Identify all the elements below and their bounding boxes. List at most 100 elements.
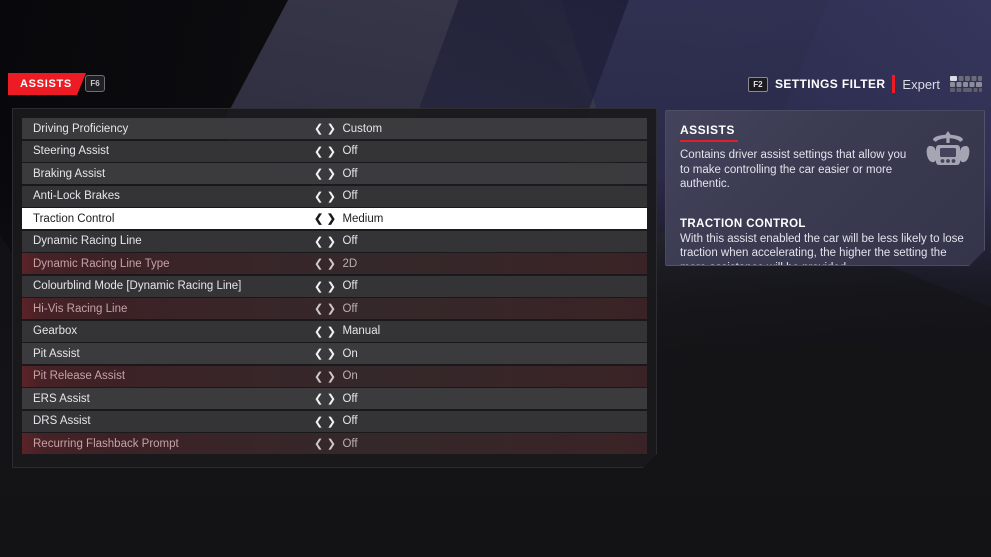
chevron-right-icon[interactable]: ❯ <box>327 212 337 225</box>
info-panel-subdescription: With this assist enabled the car will be… <box>680 232 964 259</box>
chevron-right-icon[interactable]: ❯ <box>327 145 337 158</box>
tab-assists[interactable]: ASSISTS <box>8 73 86 95</box>
setting-row-value-group[interactable]: ❮ ❯ Off <box>314 190 358 203</box>
setting-row-value-group[interactable]: ❮ ❯ Off <box>314 145 358 158</box>
setting-row-label: DRS Assist <box>33 415 91 427</box>
settings-filter-value[interactable]: Expert <box>902 77 940 92</box>
hotkey-badge-f6: F6 <box>85 75 105 92</box>
hotkey-badge-f2: F2 <box>747 76 768 92</box>
chevron-right-icon[interactable]: ❯ <box>327 415 337 428</box>
setting-row-label: Steering Assist <box>33 145 110 157</box>
steering-wheel-icon <box>924 129 972 173</box>
chevron-right-icon[interactable]: ❯ <box>327 122 337 135</box>
setting-row[interactable]: Colourblind Mode [Dynamic Racing Line] ❮ ❯… <box>22 276 647 297</box>
chevron-left-icon[interactable]: ❮ <box>314 190 324 203</box>
chevron-right-icon[interactable]: ❯ <box>327 392 337 405</box>
chevron-left-icon[interactable]: ❮ <box>314 235 324 248</box>
chevron-right-icon[interactable]: ❯ <box>327 370 337 383</box>
setting-row-label: Traction Control <box>33 212 115 225</box>
info-title-underline <box>680 140 738 142</box>
chevron-right-icon[interactable]: ❯ <box>327 280 337 293</box>
chevron-right-icon[interactable]: ❯ <box>327 167 337 180</box>
chevron-right-icon[interactable]: ❯ <box>327 437 337 450</box>
setting-row-value-group[interactable]: ❮ ❯ Off <box>314 302 358 315</box>
chevron-right-icon[interactable]: ❯ <box>327 257 337 270</box>
setting-row-label: Dynamic Racing Line <box>33 235 142 247</box>
setting-row-value: Off <box>342 280 358 292</box>
info-panel: ASSISTS Contains driver assist settings … <box>665 110 985 266</box>
top-bar: ASSISTS F6 F2 SETTINGS FILTER Expert <box>0 0 991 100</box>
chevron-left-icon[interactable]: ❮ <box>314 302 324 315</box>
setting-row-value-group[interactable]: ❮ ❯ Medium <box>314 212 383 225</box>
setting-row-value: Off <box>342 145 358 157</box>
setting-row[interactable]: Traction Control ❮ ❯ Medium <box>22 208 647 229</box>
setting-row[interactable]: Driving Proficiency ❮ ❯ Custom <box>22 118 647 139</box>
setting-row-label: ERS Assist <box>33 392 90 405</box>
setting-row-value: Medium <box>342 212 384 225</box>
setting-row-value-group[interactable]: ❮ ❯ Off <box>314 437 358 450</box>
setting-row-value: On <box>342 370 358 382</box>
setting-row-label: Recurring Flashback Prompt <box>33 437 179 450</box>
setting-row-value: Off <box>342 392 358 405</box>
chevron-left-icon[interactable]: ❮ <box>314 122 324 135</box>
setting-row-value-group[interactable]: ❮ ❯ Off <box>314 167 358 180</box>
setting-row-label: Gearbox <box>33 325 78 337</box>
chevron-left-icon[interactable]: ❮ <box>314 145 324 158</box>
setting-row[interactable]: Pit Assist ❮ ❯ On <box>22 343 647 364</box>
setting-row-value-group[interactable]: ❮ ❯ 2D <box>314 257 357 270</box>
chevron-left-icon[interactable]: ❮ <box>314 280 324 293</box>
setting-row-label: Braking Assist <box>33 167 106 180</box>
setting-row-value-group[interactable]: ❮ ❯ On <box>314 370 358 383</box>
setting-row-value-group[interactable]: ❮ ❯ Off <box>314 392 358 405</box>
chevron-right-icon[interactable]: ❯ <box>327 325 337 338</box>
chevron-left-icon[interactable]: ❮ <box>314 392 324 405</box>
chevron-right-icon[interactable]: ❯ <box>327 347 337 360</box>
hotkey-badge-f6-label: F6 <box>90 79 100 88</box>
chevron-left-icon[interactable]: ❮ <box>314 347 324 360</box>
chevron-left-icon[interactable]: ❮ <box>314 257 324 270</box>
setting-row-value-group[interactable]: ❮ ❯ Manual <box>314 325 380 338</box>
setting-row-value-group[interactable]: ❮ ❯ Off <box>314 280 358 293</box>
setting-row-label: Pit Release Assist <box>33 370 126 382</box>
setting-row[interactable]: Braking Assist ❮ ❯ Off <box>22 163 647 184</box>
setting-row-label: Dynamic Racing Line Type <box>33 257 170 270</box>
setting-row-value: Off <box>342 167 358 180</box>
setting-row: Pit Release Assist ❮ ❯ On <box>22 366 647 387</box>
chevron-left-icon[interactable]: ❮ <box>314 212 324 225</box>
setting-row-value-group[interactable]: ❮ ❯ On <box>314 347 358 360</box>
setting-row-value: Off <box>342 302 358 315</box>
setting-row-value-group[interactable]: ❮ ❯ Off <box>314 415 358 428</box>
setting-row-value: On <box>342 347 358 360</box>
setting-row[interactable]: Gearbox ❮ ❯ Manual <box>22 321 647 342</box>
setting-row[interactable]: Steering Assist ❮ ❯ Off <box>22 141 647 162</box>
setting-row-value: Off <box>342 190 358 202</box>
setting-row[interactable]: Anti-Lock Brakes ❮ ❯ Off <box>22 186 647 207</box>
setting-row: Hi-Vis Racing Line ❮ ❯ Off <box>22 298 647 319</box>
setting-row-value: Off <box>342 415 358 427</box>
setting-row-label: Hi-Vis Racing Line <box>33 302 128 315</box>
setting-row[interactable]: Dynamic Racing Line ❮ ❯ Off <box>22 231 647 252</box>
filter-separator <box>892 75 896 93</box>
settings-list-panel: Driving Proficiency ❮ ❯ Custom Steering Assi… <box>12 108 657 468</box>
chevron-right-icon[interactable]: ❯ <box>327 302 337 315</box>
chevron-left-icon[interactable]: ❮ <box>314 325 324 338</box>
setting-row-value-group[interactable]: ❮ ❯ Custom <box>314 122 382 135</box>
settings-filter-group[interactable]: F2 SETTINGS FILTER Expert <box>747 73 983 95</box>
setting-row[interactable]: ERS Assist ❮ ❯ Off <box>22 388 647 409</box>
setting-row-label: Driving Proficiency <box>33 122 129 135</box>
settings-filter-label: SETTINGS FILTER <box>774 77 886 91</box>
chevron-right-icon[interactable]: ❯ <box>327 235 337 248</box>
keyboard-icon <box>950 76 982 92</box>
setting-row[interactable]: DRS Assist ❮ ❯ Off <box>22 411 647 432</box>
chevron-left-icon[interactable]: ❮ <box>314 415 324 428</box>
tab-assists-label: ASSISTS <box>20 78 72 90</box>
chevron-left-icon[interactable]: ❮ <box>314 370 324 383</box>
chevron-right-icon[interactable]: ❯ <box>327 190 337 203</box>
setting-row-value-group[interactable]: ❮ ❯ Off <box>314 235 358 248</box>
chevron-left-icon[interactable]: ❮ <box>314 167 324 180</box>
chevron-left-icon[interactable]: ❮ <box>314 437 324 450</box>
setting-row-label: Anti-Lock Brakes <box>33 190 120 202</box>
info-panel-subtitle: TRACTION CONTROL <box>680 217 806 230</box>
setting-row-value: Manual <box>342 325 381 337</box>
setting-row-value: Off <box>342 437 358 450</box>
